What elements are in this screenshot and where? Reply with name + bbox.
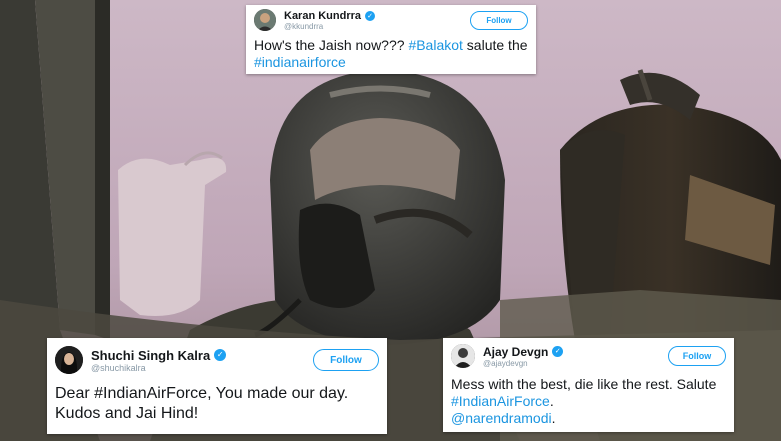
tweet-text-line: Mess with the best, die like the rest. S…	[451, 376, 717, 392]
author-handle[interactable]: @kkundrra	[284, 22, 470, 31]
profile-photo-icon	[55, 346, 83, 374]
author-info: Ajay Devgn ✓ @ajaydevgn	[483, 345, 668, 368]
author-handle[interactable]: @ajaydevgn	[483, 359, 668, 368]
tweet-header: Karan Kundrra ✓ @kkundrra Follow	[254, 9, 528, 31]
tweet-text-plain: How's the Jaish now???	[254, 37, 409, 53]
mention-link[interactable]: @narendramodi	[451, 410, 552, 426]
tweet-text-punct: .	[551, 410, 556, 427]
pilot-helmet-icon	[270, 70, 505, 345]
profile-photo-icon	[451, 344, 475, 368]
verified-badge-icon: ✓	[214, 349, 227, 361]
tweet-header: Ajay Devgn ✓ @ajaydevgn Follow	[451, 344, 726, 368]
hashtag-link[interactable]: #indianairforce	[254, 54, 346, 70]
hashtag-link[interactable]: #Balakot	[408, 37, 462, 53]
tweet-text-mid: salute the	[462, 37, 528, 53]
profile-photo-icon	[254, 9, 276, 31]
avatar[interactable]	[451, 344, 475, 368]
author-handle[interactable]: @shuchikalra	[91, 363, 313, 373]
verified-badge-icon: ✓	[365, 10, 376, 21]
tweet-header: Shuchi Singh Kalra ✓ @shuchikalra Follow	[55, 346, 379, 374]
tweet-text: Mess with the best, die like the rest. S…	[451, 376, 726, 427]
tweet-text-line: Kudos and Jai Hind!	[55, 404, 199, 422]
author-name[interactable]: Karan Kundrra	[284, 10, 361, 22]
follow-button[interactable]: Follow	[470, 10, 528, 30]
tweet-text-punct: .	[549, 393, 554, 410]
tweet-card-karan-kundrra: Karan Kundrra ✓ @kkundrra Follow How's t…	[246, 5, 536, 74]
tweet-text: How's the Jaish now??? #Balakot salute t…	[254, 37, 528, 71]
tweet-text-line: Dear #IndianAirForce, You made our day.	[55, 385, 349, 402]
author-name[interactable]: Shuchi Singh Kalra	[91, 348, 210, 363]
author-name-row: Karan Kundrra ✓	[284, 10, 470, 22]
tweet-card-ajay-devgn: Ajay Devgn ✓ @ajaydevgn Follow Mess with…	[443, 338, 734, 432]
author-name-row: Ajay Devgn ✓	[483, 345, 668, 359]
verified-badge-icon: ✓	[552, 346, 564, 357]
author-name-row: Shuchi Singh Kalra ✓	[91, 348, 313, 363]
avatar[interactable]	[55, 346, 83, 374]
follow-button[interactable]: Follow	[668, 346, 726, 366]
hashtag-link[interactable]: #IndianAirForce	[451, 393, 550, 409]
tweet-card-shuchi-singh-kalra: Shuchi Singh Kalra ✓ @shuchikalra Follow…	[47, 338, 387, 434]
tweet-text: Dear #IndianAirForce, You made our day. K…	[55, 384, 379, 423]
author-info: Shuchi Singh Kalra ✓ @shuchikalra	[91, 348, 313, 373]
author-name[interactable]: Ajay Devgn	[483, 345, 548, 359]
follow-button[interactable]: Follow	[313, 349, 379, 371]
avatar[interactable]	[254, 9, 276, 31]
author-info: Karan Kundrra ✓ @kkundrra	[284, 10, 470, 31]
